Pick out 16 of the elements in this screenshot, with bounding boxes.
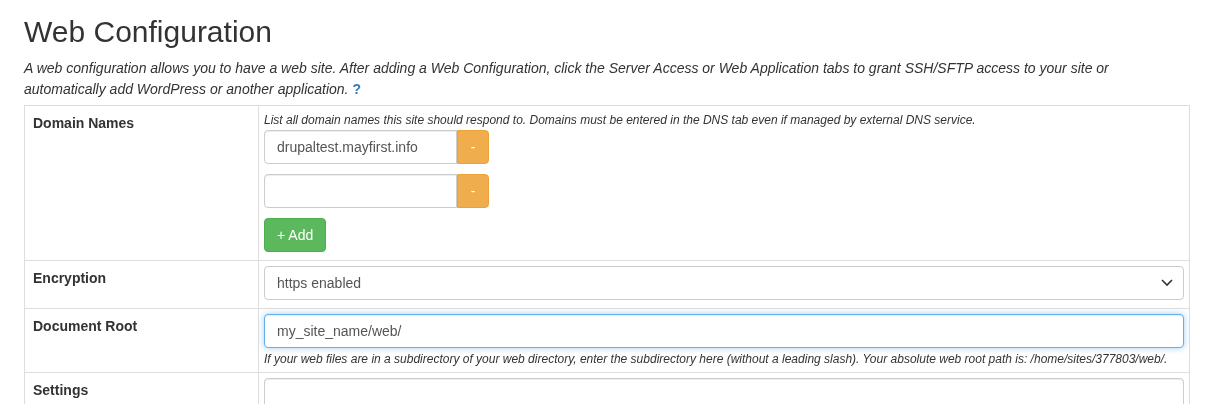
help-text: If your web files are in a subdirectory of your web directory, enter the subdirectory here (without a leading slash). Your absolute web root path is: /home/sites/377803/web/. bbox=[264, 351, 1168, 367]
field-label: Encryption bbox=[25, 261, 259, 309]
chevron-down-icon bbox=[1161, 279, 1173, 287]
help-link[interactable]: ? bbox=[352, 81, 362, 97]
text-input[interactable]: my_site_name/web/ bbox=[264, 314, 1184, 348]
field-label: Document Root bbox=[25, 309, 259, 373]
help-text: List all domain names this site should respond to. Domains must be entered in the DNS tab even if managed by external DNS service. bbox=[264, 112, 976, 128]
domain-input[interactable]: drupaltest.mayfirst.info bbox=[264, 130, 457, 164]
page-title: Web Configuration bbox=[24, 14, 273, 50]
add-button[interactable]: + Add bbox=[264, 218, 327, 252]
domain-input[interactable] bbox=[264, 174, 457, 208]
text-input[interactable] bbox=[264, 378, 1184, 404]
field-label: Domain Names bbox=[25, 106, 259, 261]
description-text: A web configuration allows you to have a web site. After adding a Web Configuration, click the Server Access or Web Application tabs to grant SSH/SFTP access to your site or automatically add WordPress or another application. ? bbox=[24, 59, 1110, 99]
field-label: Settings bbox=[25, 373, 259, 404]
encryption-select[interactable]: https enabled bbox=[264, 266, 1184, 300]
